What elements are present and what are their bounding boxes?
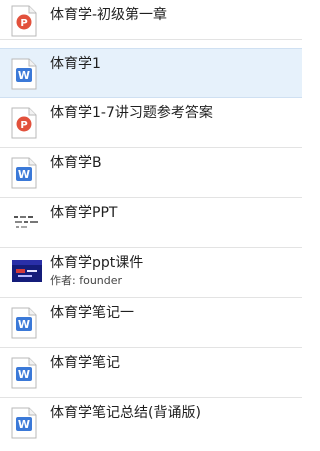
word-icon: W [11, 407, 37, 439]
word-icon: W [11, 157, 37, 189]
document-list: P 体育学-初级第一章 W 体育学1 P 体育学1-7讲习题参考答案 W 体育学… [0, 0, 302, 451]
file-title: 体育学PPT [50, 205, 118, 221]
word-icon: W [11, 307, 37, 339]
file-row-0[interactable]: P 体育学-初级第一章 [0, 0, 302, 40]
author-meta: 作者: founder [50, 274, 122, 288]
svg-text:P: P [20, 18, 27, 29]
pdf-icon: P [11, 5, 37, 37]
file-title: 体育学笔记总结(背诵版) [50, 405, 201, 421]
svg-text:W: W [18, 368, 30, 381]
svg-text:W: W [18, 69, 30, 82]
file-row-3[interactable]: W 体育学B [0, 148, 302, 198]
file-title: 体育学ppt课件 [50, 255, 144, 271]
svg-text:W: W [18, 418, 30, 431]
file-title: 体育学笔记 [50, 355, 120, 371]
file-row-5[interactable]: 体育学ppt课件 作者: founder [0, 248, 302, 298]
file-title: 体育学1-7讲习题参考答案 [50, 105, 213, 121]
file-title: 体育学-初级第一章 [50, 7, 168, 23]
file-title: 体育学1 [50, 56, 101, 72]
file-row-8[interactable]: W 体育学笔记总结(背诵版) [0, 398, 302, 448]
svg-text:W: W [18, 168, 30, 181]
file-title: 体育学笔记一 [50, 305, 134, 321]
word-icon: W [11, 58, 37, 90]
file-row-6[interactable]: W 体育学笔记一 [0, 298, 302, 348]
svg-text:W: W [18, 318, 30, 331]
video-thumbnail [12, 260, 42, 282]
ppt-thumbnail [12, 210, 42, 232]
author-label: 作者: [50, 274, 76, 287]
file-row-7[interactable]: W 体育学笔记 [0, 348, 302, 398]
file-row-1[interactable]: W 体育学1 [0, 48, 302, 98]
svg-text:P: P [20, 120, 27, 131]
author-name: founder [79, 274, 123, 287]
file-row-2[interactable]: P 体育学1-7讲习题参考答案 [0, 98, 302, 148]
word-icon: W [11, 357, 37, 389]
file-row-4[interactable]: 体育学PPT [0, 198, 302, 248]
pdf-icon: P [11, 107, 37, 139]
file-title: 体育学B [50, 155, 102, 171]
